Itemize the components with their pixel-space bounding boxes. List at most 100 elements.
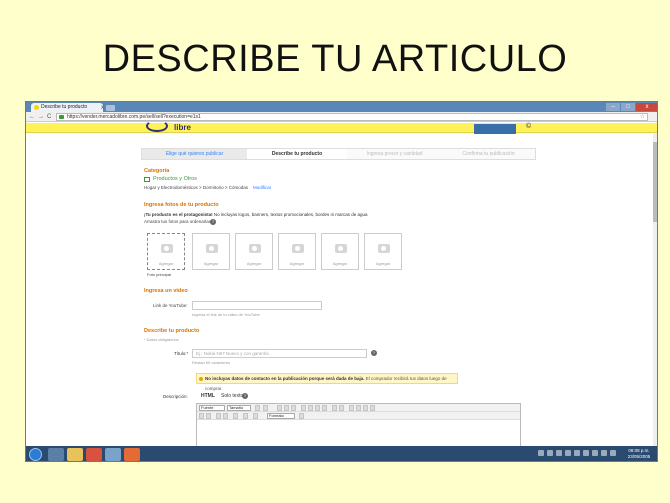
- title-input[interactable]: Ej.: Nokia N97 Nuevo y con garantía: [192, 349, 367, 358]
- highlight-color-icon[interactable]: [263, 405, 268, 411]
- bookmark-star-icon[interactable]: ☆: [640, 114, 645, 120]
- bold-icon[interactable]: [277, 405, 282, 411]
- source-icon[interactable]: [233, 413, 238, 419]
- photo-slot[interactable]: Agregar: [235, 233, 273, 270]
- category-path: Hogar y Electrodomésticos > Dormitorio >…: [144, 185, 249, 190]
- photo-add-label: Agregar: [332, 261, 348, 266]
- tray-icon[interactable]: [565, 450, 571, 456]
- redo-icon[interactable]: [223, 413, 228, 419]
- contact-data-notice: No incluyas datos de contacto en la publ…: [196, 373, 458, 391]
- tray-icon[interactable]: [583, 450, 589, 456]
- describe-heading: Describe tu producto: [144, 328, 200, 334]
- title-char-counter: Restan 60 caracteres: [192, 360, 231, 365]
- camera-icon: [335, 244, 347, 253]
- lock-icon: [59, 115, 64, 119]
- tab-plain-text[interactable]: Solo texto: [221, 393, 243, 399]
- photo-slot-main[interactable]: Agregar: [147, 233, 185, 270]
- link-icon[interactable]: [363, 405, 368, 411]
- youtube-link-input[interactable]: [192, 301, 322, 310]
- tray-icon[interactable]: [574, 450, 580, 456]
- title-help-icon[interactable]: ?: [371, 350, 377, 356]
- warning-icon: [199, 377, 203, 381]
- window-minimize-button[interactable]: –: [606, 103, 620, 111]
- camera-icon: [292, 244, 304, 253]
- ie-icon[interactable]: [48, 448, 64, 461]
- required-note: * Datos obligatorios: [144, 337, 179, 342]
- new-tab-button[interactable]: [106, 105, 115, 111]
- camera-icon: [378, 244, 390, 253]
- back-arrow-icon[interactable]: ←: [29, 113, 35, 121]
- camera-icon: [249, 244, 261, 253]
- chrome-icon[interactable]: [86, 448, 102, 461]
- tray-icon[interactable]: [547, 450, 553, 456]
- font-size-select[interactable]: Tamaño: [227, 405, 251, 411]
- step-confirm: Confirma tu publicación: [462, 151, 515, 157]
- special-char-icon[interactable]: [253, 413, 258, 419]
- taskbar-clock[interactable]: 08:08 p.m. 23/05/2005: [622, 448, 656, 460]
- page-scrollbar-thumb[interactable]: [653, 142, 657, 222]
- photos-note-bold: ¡Tu producto es el protagonista!: [144, 212, 213, 217]
- reload-icon[interactable]: C: [47, 113, 51, 121]
- photo-add-label: Agregar: [289, 261, 305, 266]
- photo-add-label: Agregar: [246, 261, 262, 266]
- step-price-quantity: Ingresa precio y cantidad: [366, 151, 423, 157]
- title-label-text: Título:: [174, 351, 187, 356]
- photos-help-icon[interactable]: ?: [210, 219, 216, 225]
- outdent-icon[interactable]: [349, 405, 354, 411]
- photo-slot[interactable]: Agregar: [364, 233, 402, 270]
- video-heading: Ingresa un video: [144, 288, 188, 294]
- windows-start-icon[interactable]: [29, 448, 42, 461]
- user-icon[interactable]: ©: [526, 123, 531, 130]
- horizontal-rule-icon[interactable]: [243, 413, 248, 419]
- align-center-icon[interactable]: [308, 405, 313, 411]
- tab-html[interactable]: HTML: [201, 393, 215, 399]
- clock-date: 23/05/2005: [627, 454, 651, 459]
- youtube-link-label: Link de YouTube:: [153, 303, 188, 308]
- window-close-button[interactable]: x: [636, 103, 657, 111]
- youtube-link-hint: Ingresa el link de tu video de YouTube: [192, 312, 260, 317]
- slide-title: DESCRIBE TU ARTICULO: [102, 38, 568, 80]
- title-label: Título:*: [174, 351, 188, 356]
- photo-slot[interactable]: Agregar: [321, 233, 359, 270]
- url-input[interactable]: https://vender.mercadolibre.com.pe/sell/…: [56, 113, 648, 121]
- tray-icon[interactable]: [538, 450, 544, 456]
- unlink-icon[interactable]: [370, 405, 375, 411]
- browser-tab[interactable]: Describe tu producto x: [31, 103, 104, 112]
- camera-icon: [161, 244, 173, 253]
- network-icon[interactable]: [592, 450, 598, 456]
- window-maximize-button[interactable]: □: [621, 103, 635, 111]
- powerpoint-icon[interactable]: [124, 448, 140, 461]
- step-describe-product: Describe tu producto: [247, 149, 347, 159]
- mercadolibre-logo-icon[interactable]: [146, 120, 168, 132]
- tray-icon[interactable]: [556, 450, 562, 456]
- photo-slot[interactable]: Agregar: [278, 233, 316, 270]
- format-select[interactable]: Formato: [267, 413, 295, 419]
- bullet-list-icon[interactable]: [332, 405, 337, 411]
- table-icon[interactable]: [199, 413, 204, 419]
- forward-arrow-icon[interactable]: →: [38, 113, 44, 121]
- photo-slot[interactable]: Agregar: [192, 233, 230, 270]
- underline-icon[interactable]: [291, 405, 296, 411]
- align-right-icon[interactable]: [315, 405, 320, 411]
- modify-category-link[interactable]: Modificar: [253, 185, 271, 190]
- preview-icon[interactable]: [299, 413, 304, 419]
- address-bar-row: ← → C https://vender.mercadolibre.com.pe…: [26, 112, 657, 122]
- flag-icon[interactable]: [610, 450, 616, 456]
- text-color-icon[interactable]: [255, 405, 260, 411]
- logo-text[interactable]: libre: [174, 124, 191, 132]
- step-choose-product[interactable]: Elige qué quieres publicar: [142, 149, 247, 159]
- indent-icon[interactable]: [356, 405, 361, 411]
- user-menu-redacted[interactable]: [474, 124, 516, 134]
- description-help-icon[interactable]: ?: [242, 393, 248, 399]
- font-family-select[interactable]: Fuente: [199, 405, 225, 411]
- align-left-icon[interactable]: [301, 405, 306, 411]
- media-icon[interactable]: [105, 448, 121, 461]
- numbered-list-icon[interactable]: [339, 405, 344, 411]
- windows-taskbar: 08:08 p.m. 23/05/2005: [26, 446, 657, 461]
- italic-icon[interactable]: [284, 405, 289, 411]
- align-justify-icon[interactable]: [322, 405, 327, 411]
- folder-icon[interactable]: [67, 448, 83, 461]
- undo-icon[interactable]: [216, 413, 221, 419]
- image-icon[interactable]: [206, 413, 211, 419]
- volume-icon[interactable]: [601, 450, 607, 456]
